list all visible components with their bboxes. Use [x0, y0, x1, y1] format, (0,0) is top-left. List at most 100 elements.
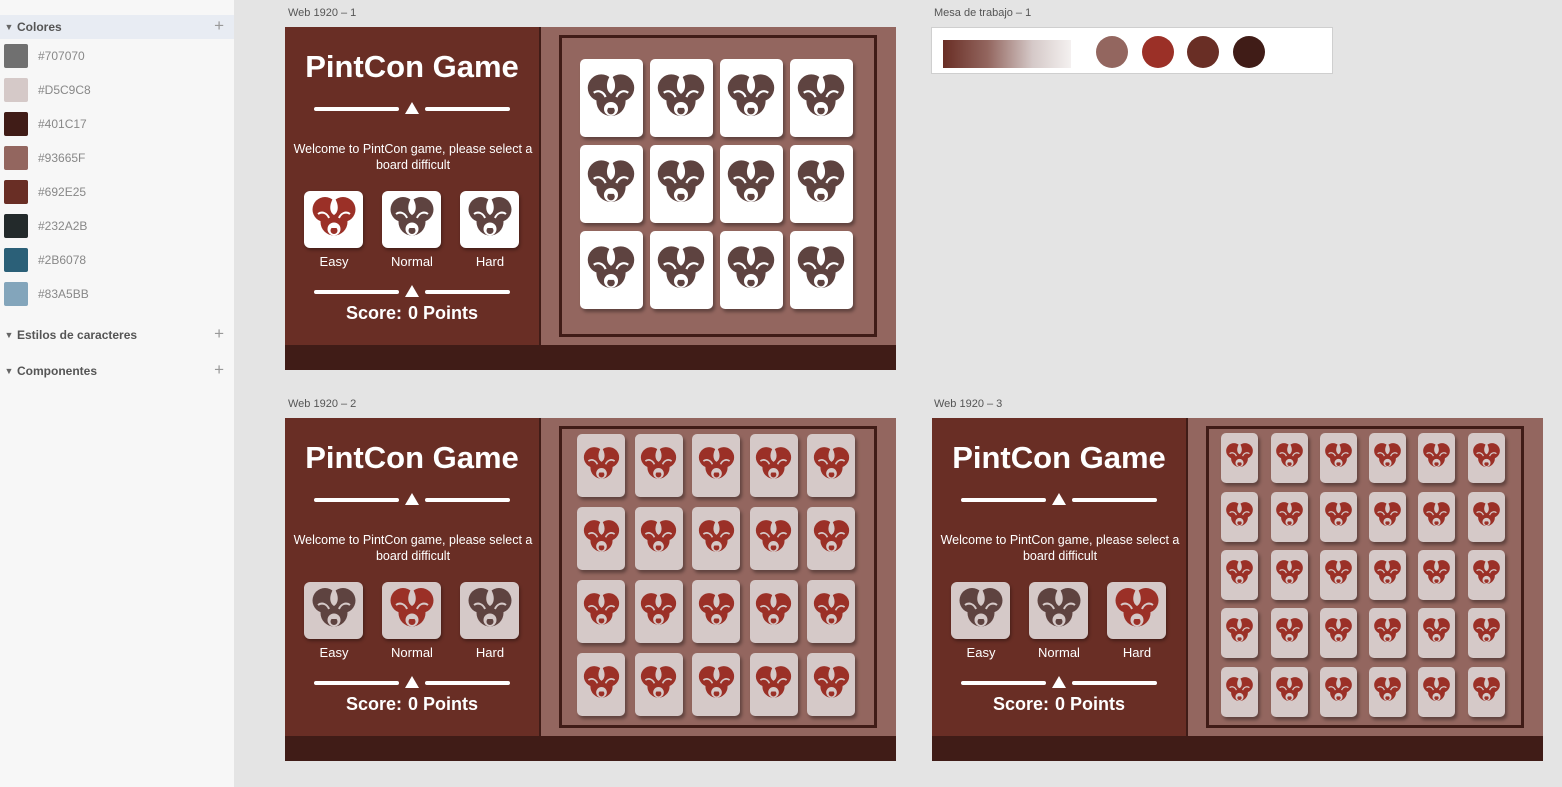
add-character-style-icon[interactable]: + — [214, 325, 224, 343]
memory-card[interactable] — [1270, 433, 1308, 484]
memory-card[interactable] — [1369, 433, 1407, 484]
memory-card[interactable] — [579, 59, 643, 137]
memory-card[interactable] — [749, 580, 798, 643]
memory-card[interactable] — [1418, 433, 1456, 484]
colors-section-header[interactable]: ▼ Colores + — [0, 15, 234, 39]
memory-card[interactable] — [1221, 666, 1259, 717]
artboard-label-2[interactable]: Web 1920 – 2 — [288, 398, 356, 410]
memory-card[interactable] — [1319, 433, 1357, 484]
memory-card[interactable] — [719, 145, 783, 223]
color-swatch[interactable] — [4, 282, 28, 306]
difficulty-hard-button[interactable] — [460, 582, 519, 639]
memory-card[interactable] — [1319, 491, 1357, 542]
memory-card[interactable] — [634, 434, 683, 497]
color-swatch[interactable] — [4, 112, 28, 136]
color-swatch[interactable] — [4, 78, 28, 102]
artboard-label-3[interactable]: Web 1920 – 3 — [934, 398, 1002, 410]
add-component-icon[interactable]: + — [214, 361, 224, 379]
memory-card[interactable] — [719, 59, 783, 137]
memory-card[interactable] — [807, 580, 855, 643]
memory-card[interactable] — [1221, 433, 1259, 484]
memory-card[interactable] — [719, 231, 783, 309]
memory-card[interactable] — [1418, 666, 1456, 717]
color-swatch[interactable] — [4, 214, 28, 238]
memory-card[interactable] — [1418, 550, 1456, 600]
memory-card[interactable] — [789, 231, 853, 309]
chevron-down-icon[interactable]: ▼ — [1, 330, 17, 340]
difficulty-normal-button[interactable] — [1029, 582, 1088, 639]
memory-card[interactable] — [1270, 666, 1308, 717]
difficulty-easy-button[interactable] — [951, 582, 1010, 639]
memory-card[interactable] — [577, 434, 625, 497]
memory-card[interactable] — [1467, 666, 1505, 717]
memory-card[interactable] — [577, 580, 625, 643]
memory-card[interactable] — [692, 653, 740, 716]
memory-card[interactable] — [1369, 608, 1407, 659]
color-swatch[interactable] — [4, 44, 28, 68]
difficulty-easy-button[interactable] — [304, 191, 363, 248]
memory-card[interactable] — [1270, 550, 1308, 600]
memory-card[interactable] — [1319, 550, 1357, 600]
memory-card[interactable] — [634, 507, 683, 570]
memory-card[interactable] — [807, 507, 855, 570]
difficulty-easy[interactable]: Easy — [304, 582, 364, 660]
memory-card[interactable] — [1369, 491, 1407, 542]
difficulty-hard[interactable]: Hard — [1107, 582, 1167, 660]
color-swatch[interactable] — [4, 180, 28, 204]
color-swatch-row[interactable]: #2B6078 — [4, 248, 86, 272]
memory-card[interactable] — [577, 507, 625, 570]
color-swatch-row[interactable]: #D5C9C8 — [4, 78, 91, 102]
difficulty-hard[interactable]: Hard — [460, 582, 520, 660]
memory-card[interactable] — [1467, 608, 1505, 659]
memory-card[interactable] — [789, 145, 853, 223]
artboard-label-palette[interactable]: Mesa de trabajo – 1 — [934, 7, 1031, 19]
memory-card[interactable] — [692, 434, 740, 497]
color-swatch-row[interactable]: #692E25 — [4, 180, 86, 204]
color-swatch-row[interactable]: #232A2B — [4, 214, 87, 238]
memory-card[interactable] — [1221, 491, 1259, 542]
palette-artboard[interactable] — [931, 27, 1333, 74]
difficulty-normal[interactable]: Normal — [1029, 582, 1089, 660]
memory-card[interactable] — [749, 507, 798, 570]
memory-card[interactable] — [649, 59, 713, 137]
artboard-web-1920-1[interactable]: PintCon Game Welcome to PintCon game, ple… — [285, 27, 896, 370]
difficulty-normal-button[interactable] — [382, 582, 441, 639]
difficulty-hard-button[interactable] — [460, 191, 519, 248]
memory-card[interactable] — [1467, 550, 1505, 600]
color-swatch-row[interactable]: #93665F — [4, 146, 85, 170]
memory-card[interactable] — [789, 59, 853, 137]
memory-card[interactable] — [1467, 491, 1505, 542]
difficulty-hard-button[interactable] — [1107, 582, 1166, 639]
memory-card[interactable] — [649, 231, 713, 309]
difficulty-normal-button[interactable] — [382, 191, 441, 248]
difficulty-normal[interactable]: Normal — [382, 582, 442, 660]
memory-card[interactable] — [749, 653, 798, 716]
memory-card[interactable] — [634, 580, 683, 643]
chevron-down-icon[interactable]: ▼ — [1, 22, 17, 32]
color-swatch[interactable] — [4, 248, 28, 272]
add-color-icon[interactable]: + — [214, 17, 224, 35]
memory-card[interactable] — [1221, 550, 1259, 600]
memory-card[interactable] — [807, 434, 855, 497]
artboard-label-1[interactable]: Web 1920 – 1 — [288, 7, 356, 19]
difficulty-normal[interactable]: Normal — [382, 191, 442, 269]
color-swatch[interactable] — [4, 146, 28, 170]
memory-card[interactable] — [1270, 608, 1308, 659]
memory-card[interactable] — [1418, 608, 1456, 659]
memory-card[interactable] — [577, 653, 625, 716]
chevron-down-icon[interactable]: ▼ — [1, 366, 17, 376]
memory-card[interactable] — [1369, 666, 1407, 717]
character-styles-section-header[interactable]: ▼ Estilos de caracteres + — [0, 323, 234, 347]
artboard-web-1920-2[interactable]: PintCon Game Welcome to PintCon game, ple… — [285, 418, 896, 761]
memory-card[interactable] — [807, 653, 855, 716]
memory-card[interactable] — [1221, 608, 1259, 659]
memory-card[interactable] — [1270, 491, 1308, 542]
color-swatch-row[interactable]: #401C17 — [4, 112, 87, 136]
memory-card[interactable] — [579, 145, 643, 223]
difficulty-easy-button[interactable] — [304, 582, 363, 639]
memory-card[interactable] — [692, 507, 740, 570]
memory-card[interactable] — [579, 231, 643, 309]
color-swatch-row[interactable]: #707070 — [4, 44, 85, 68]
memory-card[interactable] — [1319, 608, 1357, 659]
difficulty-easy[interactable]: Easy — [951, 582, 1011, 660]
